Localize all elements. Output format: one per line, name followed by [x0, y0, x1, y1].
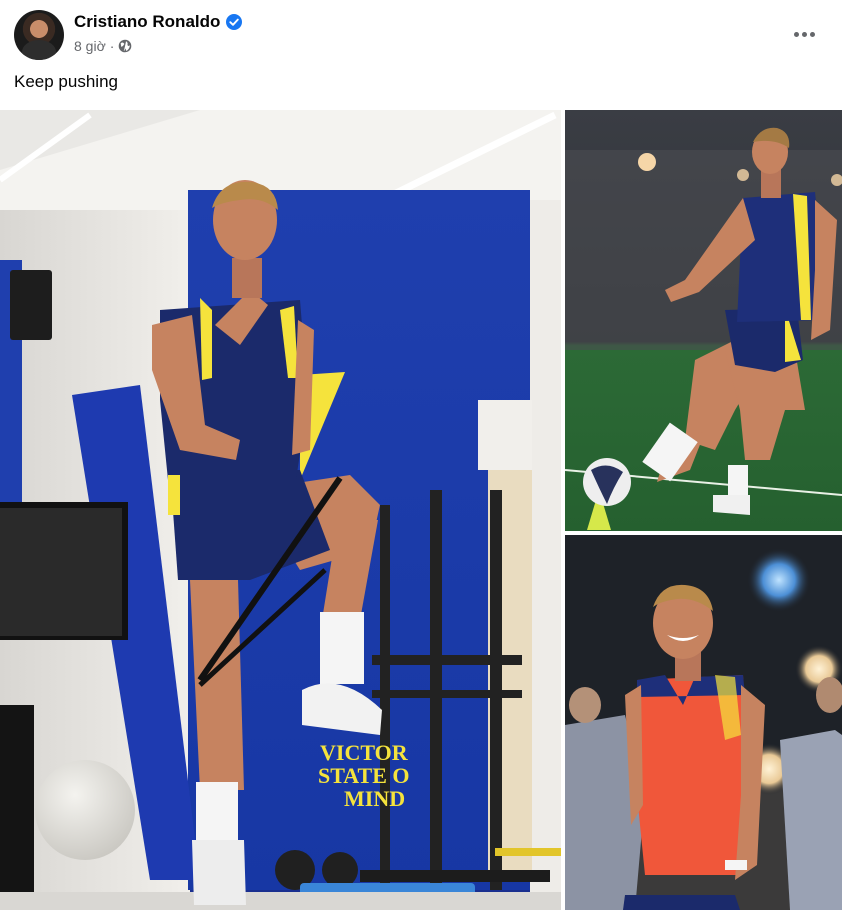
wall-text-line3: MIND: [344, 786, 405, 811]
more-options-icon[interactable]: [786, 22, 822, 46]
wall-text-line1: VICTOR: [320, 740, 409, 765]
globe-icon: [118, 39, 132, 53]
author-name-row: Cristiano Ronaldo: [74, 12, 243, 32]
post-meta: 8 giờ ·: [74, 38, 132, 54]
photo-training-smile[interactable]: [565, 535, 842, 910]
wall-text-line2: STATE O: [318, 763, 410, 788]
author-avatar[interactable]: [14, 10, 64, 60]
post-caption: Keep pushing: [14, 72, 118, 91]
photo-pitch-kick[interactable]: [565, 110, 842, 531]
author-name[interactable]: Cristiano Ronaldo: [74, 12, 220, 32]
verified-badge-icon: [226, 14, 243, 30]
photo-gym-training[interactable]: VICTOR STATE O MIND: [0, 110, 561, 910]
post-header: Cristiano Ronaldo 8 giờ ·: [14, 10, 828, 60]
post-timestamp[interactable]: 8 giờ: [74, 38, 106, 54]
meta-separator: ·: [109, 38, 115, 54]
